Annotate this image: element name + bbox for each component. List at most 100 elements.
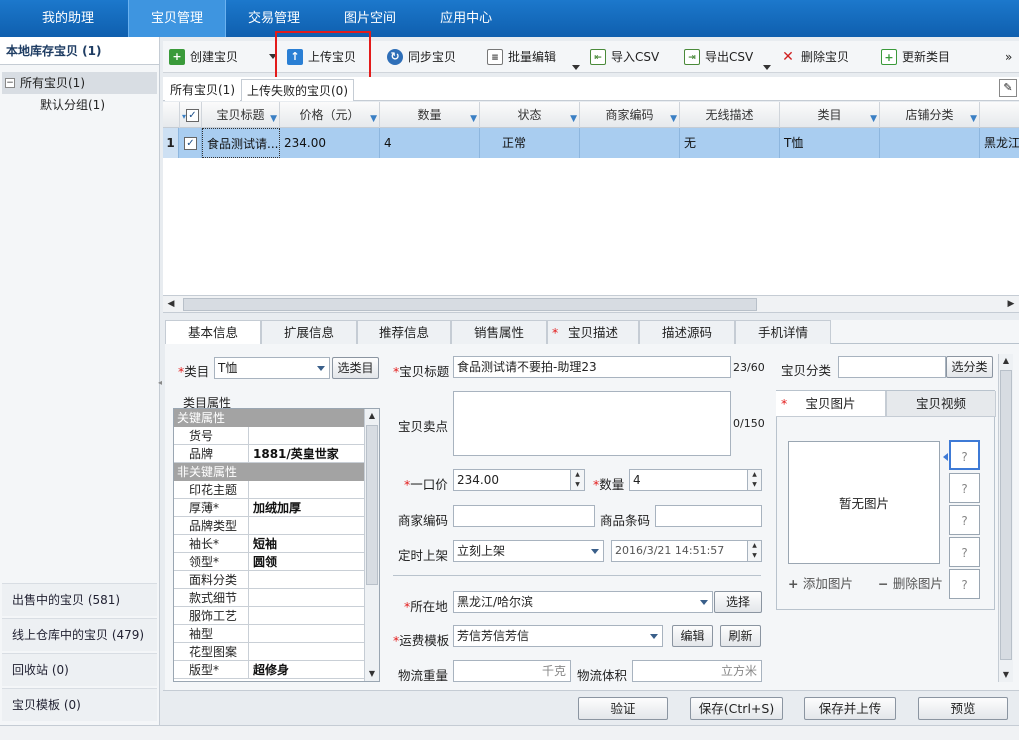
row-checkbox[interactable]: ✓ xyxy=(184,137,197,150)
shop-category-input[interactable] xyxy=(838,356,946,378)
attribute-scrollbar[interactable]: ▲ ▼ xyxy=(364,409,379,681)
tab-app-center[interactable]: 应用中心 xyxy=(418,0,514,37)
batch-edit-dropdown-arrow[interactable] xyxy=(572,65,580,70)
image-thumb[interactable]: ? xyxy=(949,473,980,503)
cell-title[interactable]: 食品测试请... xyxy=(202,128,280,158)
cell-qty[interactable]: 4 xyxy=(380,128,480,158)
shipping-template-select[interactable]: 芳信芳信芳信 xyxy=(453,625,663,647)
schedule-select[interactable]: 立刻上架 xyxy=(453,540,604,562)
cell-price[interactable]: 234.00 xyxy=(280,128,380,158)
table-row[interactable]: ✓ 食品测试请... 234.00 4 正常 无 T恤 黑龙江 xyxy=(163,128,1019,158)
update-category-button[interactable]: + 更新类目 xyxy=(881,43,950,71)
edit-shipping-button[interactable]: 编辑 xyxy=(672,625,713,647)
filter-icon[interactable]: ▼ xyxy=(970,106,977,128)
attribute-row[interactable]: 面料分类 xyxy=(174,571,364,589)
verify-button[interactable]: 验证 xyxy=(578,697,668,720)
attribute-row[interactable]: 款式细节 xyxy=(174,589,364,607)
attribute-value[interactable]: 超修身 xyxy=(250,661,289,679)
preview-button[interactable]: 预览 xyxy=(918,697,1008,720)
tab-sales-attributes[interactable]: 销售属性 xyxy=(451,320,547,344)
attribute-row[interactable]: 版型* 超修身 xyxy=(174,661,364,679)
column-header-wireless[interactable]: 无线描述 xyxy=(680,102,780,128)
cell-merchant-code[interactable] xyxy=(580,128,680,158)
detail-scrollbar[interactable]: ▲ ▼ xyxy=(998,354,1013,682)
attribute-row[interactable]: 品牌类型 xyxy=(174,517,364,535)
qty-spinner[interactable]: ▲ ▼ xyxy=(747,470,761,490)
attribute-row[interactable]: 货号 xyxy=(174,427,364,445)
batch-edit-button[interactable]: ≡ 批量编辑 xyxy=(487,43,556,71)
row-checkbox-cell[interactable]: ✓ xyxy=(180,128,202,158)
column-header-status[interactable]: 状态 ▼ xyxy=(480,102,580,128)
tree-item-all-items[interactable]: − 所有宝贝(1) xyxy=(2,72,157,94)
attribute-row[interactable]: 袖长* 短袖 xyxy=(174,535,364,553)
attribute-value[interactable]: 1881/英皇世家 xyxy=(250,445,339,463)
scroll-thumb[interactable] xyxy=(366,425,378,585)
upload-item-button[interactable]: ↑ 上传宝贝 xyxy=(287,43,356,71)
filter-icon[interactable]: ▼ xyxy=(370,106,377,128)
scroll-down-icon[interactable]: ▼ xyxy=(365,667,379,681)
title-input[interactable]: 食品测试请不要拍-助理23 xyxy=(453,356,731,378)
edit-columns-icon[interactable]: ✎ xyxy=(999,79,1017,97)
delete-image-button[interactable]: − 删除图片 xyxy=(878,573,943,592)
attribute-row[interactable]: 印花主题 xyxy=(174,481,364,499)
column-header-merchant-code[interactable]: 商家编码 ▼ xyxy=(580,102,680,128)
column-header-qty[interactable]: 数量 ▼ xyxy=(380,102,480,128)
collapse-icon[interactable]: − xyxy=(5,78,15,88)
attribute-row[interactable]: 厚薄* 加绒加厚 xyxy=(174,499,364,517)
refresh-shipping-button[interactable]: 刷新 xyxy=(720,625,761,647)
scroll-up-icon[interactable]: ▲ xyxy=(999,354,1013,368)
location-select[interactable]: 黑龙江/哈尔滨 xyxy=(453,591,713,613)
tab-item-images[interactable]: * 宝贝图片 xyxy=(776,391,886,417)
filter-icon[interactable]: ▼ xyxy=(470,106,477,128)
sync-item-button[interactable]: ↻ 同步宝贝 xyxy=(387,43,456,71)
filter-icon[interactable]: ▼ xyxy=(870,106,877,128)
tab-trade-management[interactable]: 交易管理 xyxy=(226,0,322,37)
attribute-row[interactable]: 袖型 xyxy=(174,625,364,643)
selling-point-textarea[interactable] xyxy=(453,391,731,456)
volume-input[interactable]: 立方米 xyxy=(632,660,762,682)
splitter-handle[interactable]: ◂ xyxy=(158,378,162,390)
scroll-down-icon[interactable]: ▼ xyxy=(999,668,1013,682)
scroll-left-icon[interactable]: ◀ xyxy=(165,298,177,311)
attribute-value[interactable]: 圆领 xyxy=(250,553,277,571)
attribute-row[interactable]: 花型图案 xyxy=(174,643,364,661)
add-image-button[interactable]: + 添加图片 xyxy=(788,573,853,592)
filter-icon[interactable]: ▼ xyxy=(270,106,277,128)
tab-image-space[interactable]: 图片空间 xyxy=(322,0,418,37)
tab-recommend-info[interactable]: 推荐信息 xyxy=(357,320,451,344)
create-dropdown-arrow[interactable] xyxy=(269,54,277,59)
column-header-title[interactable]: 宝贝标题 ▼ xyxy=(202,102,280,128)
image-thumb[interactable]: ? xyxy=(949,440,980,470)
tab-description-source[interactable]: 描述源码 xyxy=(639,320,735,344)
sidebar-item-recycle-bin[interactable]: 回收站 (0) xyxy=(2,653,157,686)
select-all-checkbox[interactable]: ✓ xyxy=(186,109,199,122)
weight-input[interactable]: 千克 xyxy=(453,660,571,682)
image-thumb[interactable]: ? xyxy=(949,537,980,567)
cell-location[interactable]: 黑龙江 xyxy=(980,128,1019,158)
tab-all-items[interactable]: 所有宝贝(1) xyxy=(165,79,240,101)
tab-extended-info[interactable]: 扩展信息 xyxy=(261,320,357,344)
attribute-value[interactable]: 加绒加厚 xyxy=(250,499,301,517)
attribute-row[interactable]: 服饰工艺 xyxy=(174,607,364,625)
schedule-time-input[interactable]: 2016/3/21 14:51:57 ▲ ▼ xyxy=(611,540,762,562)
import-csv-button[interactable]: ⇤ 导入CSV xyxy=(590,43,659,71)
tab-item-description[interactable]: * 宝贝描述 xyxy=(547,320,639,344)
tab-my-assistant[interactable]: 我的助理 xyxy=(20,0,116,37)
select-all-header[interactable]: ▾ ✓ xyxy=(180,102,202,128)
column-header-category[interactable]: 类目 ▼ xyxy=(780,102,880,128)
scroll-thumb[interactable] xyxy=(183,298,757,311)
filter-icon[interactable]: ▼ xyxy=(570,106,577,128)
cell-category[interactable]: T恤 xyxy=(780,128,880,158)
toolbar-more-button[interactable]: » xyxy=(1005,43,1012,71)
scroll-right-icon[interactable]: ▶ xyxy=(1005,298,1017,311)
export-dropdown-arrow[interactable] xyxy=(763,65,771,70)
choose-category-button[interactable]: 选类目 xyxy=(332,357,379,379)
scroll-up-icon[interactable]: ▲ xyxy=(365,409,379,423)
image-thumb[interactable]: ? xyxy=(949,569,980,599)
attribute-row[interactable]: 领型* 圆领 xyxy=(174,553,364,571)
table-horizontal-scrollbar[interactable]: ◀ ▶ xyxy=(163,296,1019,313)
delete-item-button[interactable]: ✕ 删除宝贝 xyxy=(780,43,849,71)
tab-upload-failed[interactable]: 上传失败的宝贝(0) xyxy=(241,79,354,101)
filter-icon[interactable]: ▼ xyxy=(670,106,677,128)
export-csv-button[interactable]: ⇥ 导出CSV xyxy=(684,43,753,71)
